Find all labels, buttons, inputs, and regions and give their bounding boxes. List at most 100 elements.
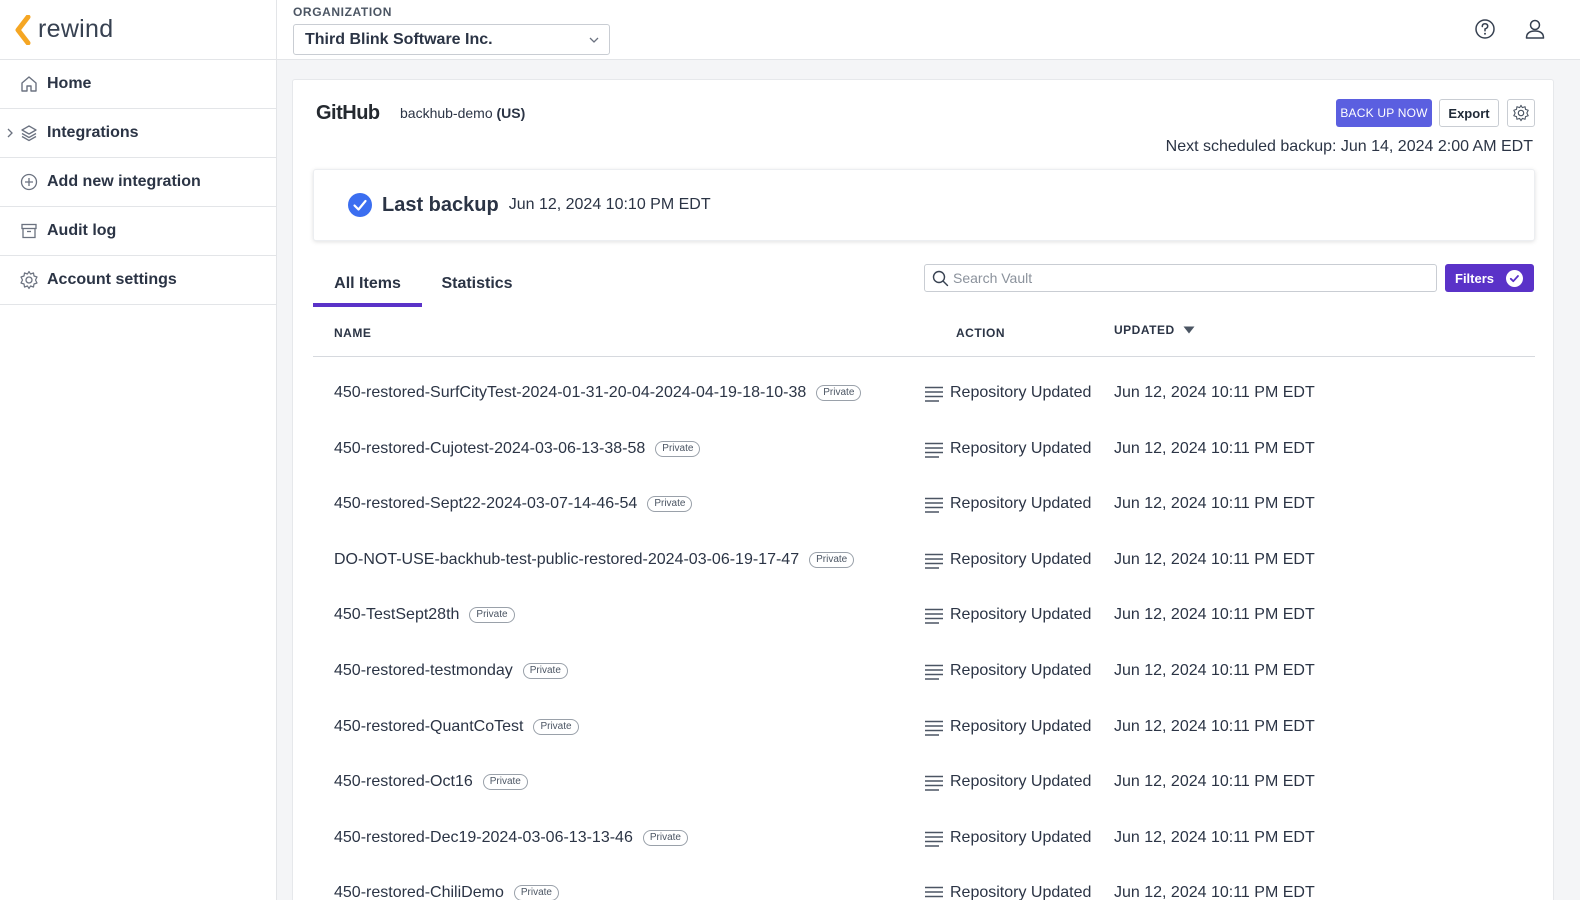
last-backup-title: Last backup — [382, 193, 499, 216]
chevron-down-icon — [589, 37, 599, 43]
account-name: backhub-demo (US) — [400, 105, 525, 121]
repo-name[interactable]: 450-restored-Oct16 — [334, 773, 473, 791]
action-cell: Repository Updated — [950, 661, 1092, 679]
back-up-now-button[interactable]: BACK UP NOW — [1336, 99, 1432, 127]
sidebar-item-add-new-integration[interactable]: Add new integration — [0, 158, 276, 207]
archive-icon — [19, 221, 39, 241]
home-icon — [19, 74, 39, 94]
export-button[interactable]: Export — [1439, 99, 1499, 127]
last-backup-date: Jun 12, 2024 10:10 PM EDT — [508, 196, 711, 213]
visibility-badge: Private — [809, 551, 855, 568]
repo-name[interactable]: 450-restored-Cujotest-2024-03-06-13-38-5… — [334, 440, 645, 458]
action-cell: Repository Updated — [950, 717, 1092, 735]
filters-button[interactable]: Filters — [1445, 264, 1534, 292]
repo-name-cell: 450-restored-Oct16 Private — [334, 773, 528, 791]
updated-cell: Jun 12, 2024 10:11 PM EDT — [1114, 884, 1315, 900]
search-box[interactable] — [924, 264, 1437, 292]
tab-all-items[interactable]: All Items — [313, 273, 422, 307]
plus-circle-icon — [19, 172, 39, 192]
visibility-badge: Private — [513, 885, 559, 900]
sidebar-item-integrations[interactable]: Integrations — [0, 109, 276, 158]
column-header-action[interactable]: ACTION — [956, 326, 1005, 340]
sidebar: rewind Home Integrations Add new integra… — [0, 0, 277, 900]
organization-select[interactable]: Third Blink Software Inc. — [293, 24, 610, 55]
help-icon[interactable] — [1474, 18, 1496, 40]
updated-cell: Jun 12, 2024 10:11 PM EDT — [1114, 717, 1315, 735]
repo-name-cell: 450-restored-Dec19-2024-03-06-13-13-46 P… — [334, 829, 688, 847]
search-input[interactable] — [953, 270, 1436, 286]
visibility-badge: Private — [469, 607, 515, 624]
gear-icon — [19, 270, 39, 290]
sidebar-item-audit-log[interactable]: Audit log — [0, 207, 276, 256]
repo-name[interactable]: 450-restored-Dec19-2024-03-06-13-13-46 — [334, 829, 633, 847]
sidebar-item-account-settings[interactable]: Account settings — [0, 256, 276, 305]
visibility-badge: Private — [482, 774, 528, 791]
lines-icon — [925, 386, 943, 402]
repo-name[interactable]: 450-restored-QuantCoTest — [334, 718, 523, 736]
action-cell: Repository Updated — [950, 884, 1092, 900]
visibility-badge: Private — [642, 829, 688, 846]
table-row[interactable]: DO-NOT-USE-backhub-test-public-restored-… — [293, 533, 1555, 589]
table-header-divider — [313, 356, 1535, 357]
table-row[interactable]: 450-restored-QuantCoTest Private Reposit… — [293, 700, 1555, 756]
integration-settings-button[interactable] — [1507, 99, 1535, 127]
table-row[interactable]: 450-restored-Dec19-2024-03-06-13-13-46 P… — [293, 811, 1555, 867]
table-row[interactable]: 450-restored-ChiliDemo Private Repositor… — [293, 866, 1555, 900]
table-row[interactable]: 450-restored-SurfCityTest-2024-01-31-20-… — [293, 366, 1555, 422]
tab-statistics[interactable]: Statistics — [441, 273, 512, 307]
visibility-badge: Private — [816, 385, 862, 401]
chevron-right-icon[interactable] — [5, 126, 15, 140]
repo-name-cell: 450-restored-SurfCityTest-2024-01-31-20-… — [334, 384, 862, 402]
check-circle-icon — [1506, 270, 1523, 287]
account-handle: backhub-demo — [400, 105, 493, 121]
repo-name-cell: 450-restored-Cujotest-2024-03-06-13-38-5… — [334, 440, 701, 458]
repo-name-cell: 450-TestSept28th Private — [334, 606, 515, 624]
last-backup-panel: Last backup Jun 12, 2024 10:10 PM EDT — [313, 169, 1535, 241]
sidebar-item-label: Add new integration — [47, 173, 201, 190]
column-header-name[interactable]: NAME — [334, 326, 371, 340]
sort-desc-icon — [1183, 326, 1195, 334]
repo-name[interactable]: DO-NOT-USE-backhub-test-public-restored-… — [334, 551, 799, 569]
repo-name[interactable]: 450-restored-Sept22-2024-03-07-14-46-54 — [334, 495, 637, 513]
layers-icon — [19, 123, 39, 143]
rewind-logo[interactable]: rewind — [0, 0, 276, 60]
user-icon[interactable] — [1524, 18, 1546, 40]
lines-icon — [925, 609, 943, 625]
github-logo: GitHub — [316, 102, 380, 124]
column-header-updated[interactable]: UPDATED — [1114, 323, 1195, 337]
table-row[interactable]: 450-TestSept28th Private Repository Upda… — [293, 588, 1555, 644]
filters-label: Filters — [1455, 270, 1495, 286]
organization-value: Third Blink Software Inc. — [305, 30, 493, 48]
account-region: (US) — [496, 105, 526, 121]
gear-icon — [1513, 104, 1529, 122]
rewind-logo-icon — [15, 14, 31, 45]
table-row[interactable]: 450-restored-testmonday Private Reposito… — [293, 644, 1555, 700]
sidebar-item-label: Audit log — [47, 222, 117, 239]
action-cell: Repository Updated — [950, 439, 1092, 457]
table-row[interactable]: 450-restored-Oct16 Private Repository Up… — [293, 755, 1555, 811]
repo-name-cell: 450-restored-testmonday Private — [334, 662, 568, 680]
repo-name[interactable]: 450-restored-testmonday — [334, 662, 513, 680]
updated-cell: Jun 12, 2024 10:11 PM EDT — [1114, 495, 1315, 513]
visibility-badge: Private — [533, 718, 579, 735]
logo-text: rewind — [38, 15, 114, 43]
lines-icon — [925, 720, 943, 736]
updated-cell: Jun 12, 2024 10:11 PM EDT — [1114, 550, 1315, 568]
visibility-badge: Private — [655, 440, 701, 457]
sidebar-item-label: Integrations — [47, 124, 139, 141]
repo-name[interactable]: 450-restored-ChiliDemo — [334, 884, 504, 900]
repo-name[interactable]: 450-TestSept28th — [334, 606, 459, 624]
sidebar-item-label: Home — [47, 75, 92, 92]
action-cell: Repository Updated — [950, 828, 1092, 846]
action-cell: Repository Updated — [950, 495, 1092, 513]
lines-icon — [925, 664, 943, 680]
updated-cell: Jun 12, 2024 10:11 PM EDT — [1114, 828, 1315, 846]
updated-cell: Jun 12, 2024 10:11 PM EDT — [1114, 661, 1315, 679]
table-row[interactable]: 450-restored-Cujotest-2024-03-06-13-38-5… — [293, 422, 1555, 478]
organization-label: ORGANIZATION — [293, 5, 392, 19]
repo-name[interactable]: 450-restored-SurfCityTest-2024-01-31-20-… — [334, 384, 806, 402]
lines-icon — [925, 442, 943, 458]
sidebar-item-home[interactable]: Home — [0, 60, 276, 109]
table-row[interactable]: 450-restored-Sept22-2024-03-07-14-46-54 … — [293, 477, 1555, 533]
table-body: 450-restored-SurfCityTest-2024-01-31-20-… — [293, 366, 1555, 900]
